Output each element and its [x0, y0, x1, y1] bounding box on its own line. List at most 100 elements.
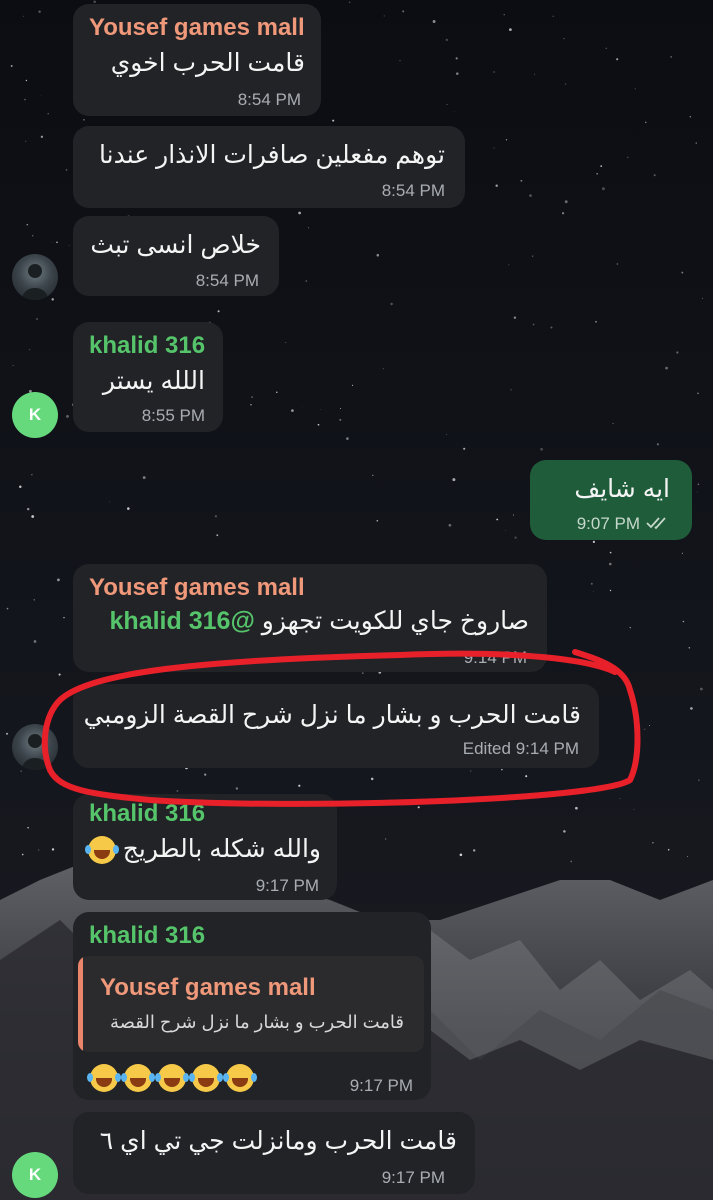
message-text: ايه شايف [574, 475, 670, 503]
reply-quote-bar [78, 956, 83, 1052]
message-body: صاروخ جاي للكويت تجهزو [261, 607, 529, 635]
star [445, 38, 448, 42]
star [56, 241, 58, 244]
mention-link[interactable]: @khalid 316 [110, 607, 255, 635]
person-silhouette-icon [22, 264, 48, 300]
star [68, 245, 70, 246]
star [26, 507, 30, 511]
message-bubble[interactable]: قامت الحرب و بشار ما نزل شرح القصة الزوم… [73, 684, 599, 768]
message-bubble[interactable]: khalid 316 والله شكله بالطريج 9:17 PM [73, 794, 337, 900]
star [302, 405, 304, 407]
message-text: صاروخ جاي للكويت تجهزو @khalid 316 [110, 606, 529, 636]
star [33, 599, 35, 601]
message-bubble[interactable]: توهم مفعلين صافرات الانذار عندنا 8:54 PM [73, 126, 465, 208]
star [216, 534, 219, 537]
laughing-emoji-icon [87, 1064, 118, 1092]
star [317, 423, 320, 426]
sender-name[interactable]: khalid 316 [89, 332, 205, 360]
star [532, 323, 535, 326]
star [667, 848, 670, 851]
star [634, 88, 636, 90]
star [643, 728, 646, 731]
star [32, 235, 34, 237]
star [340, 408, 342, 409]
message-bubble[interactable]: خلاص انسى تبث 8:54 PM [73, 216, 279, 296]
star [575, 806, 578, 810]
reply-quote[interactable]: Yousef games mall قامت الحرب و بشار ما ن… [78, 956, 424, 1052]
star [235, 787, 239, 790]
message-text: خلاص انسى تبث [90, 231, 261, 259]
star [38, 10, 41, 13]
message-bubble[interactable]: قامت الحرب ومانزلت جي تي اي ٦ 9:17 PM [73, 1112, 475, 1194]
star [28, 349, 31, 351]
star [446, 433, 448, 435]
star [688, 647, 691, 649]
star [12, 365, 14, 367]
laughing-emoji-icon [189, 1064, 220, 1092]
profile-photo-icon[interactable] [12, 724, 58, 770]
star [383, 804, 385, 806]
avatar[interactable]: K [12, 1152, 58, 1198]
star [609, 562, 612, 566]
star [633, 809, 635, 810]
message-bubble-outgoing[interactable]: ايه شايف 9:07 PM [530, 460, 692, 540]
sender-name[interactable]: Yousef games mall [89, 574, 305, 602]
star [298, 784, 301, 787]
message-time: 9:07 PM [576, 514, 640, 533]
star [514, 536, 517, 539]
star [648, 724, 650, 726]
star [399, 60, 401, 62]
star [534, 73, 536, 75]
star [446, 103, 448, 105]
message-time: 9:17 PM [255, 876, 319, 895]
star [417, 806, 420, 809]
star [285, 342, 287, 344]
star [372, 474, 374, 477]
star [695, 142, 697, 144]
star [40, 94, 42, 96]
star [47, 112, 49, 115]
star [564, 83, 567, 85]
profile-photo-icon[interactable] [12, 254, 58, 300]
star [616, 263, 619, 265]
star [27, 826, 29, 829]
star [696, 491, 698, 493]
star [217, 310, 220, 313]
message-bubble[interactable]: khalid 316 اللله يستر 8:55 PM [73, 322, 223, 432]
star [176, 790, 179, 792]
star [563, 830, 566, 833]
laughing-emoji-icon [84, 836, 116, 865]
message-bubble[interactable]: Yousef games mall قامت الحرب اخوي 8:54 P… [73, 4, 321, 116]
star [689, 116, 691, 118]
star [5, 732, 9, 735]
star [501, 768, 503, 771]
sender-name[interactable]: Yousef games mall [89, 14, 305, 42]
message-time: 8:54 PM [195, 271, 259, 290]
star [697, 392, 699, 395]
star [93, 0, 96, 4]
star [473, 849, 476, 852]
star [26, 223, 29, 226]
person-silhouette-icon [22, 734, 48, 770]
star [6, 607, 9, 610]
star [629, 626, 632, 629]
sender-name[interactable]: khalid 316 [89, 922, 205, 950]
star [505, 139, 508, 141]
star [214, 515, 218, 518]
star [616, 58, 619, 61]
star [65, 169, 68, 171]
sender-name[interactable]: khalid 316 [89, 800, 205, 828]
star [66, 414, 69, 418]
star [390, 302, 393, 306]
star [681, 271, 684, 274]
star [25, 140, 27, 142]
laughing-emoji-icon [155, 1064, 186, 1092]
star [531, 255, 534, 257]
message-bubble[interactable]: Yousef games mall صاروخ جاي للكويت تجهزو… [73, 564, 547, 672]
star [385, 838, 387, 840]
star [550, 326, 553, 329]
star [595, 320, 597, 323]
message-time: 9:17 PM [349, 1076, 413, 1095]
star [540, 447, 543, 451]
avatar[interactable]: K [12, 392, 58, 438]
